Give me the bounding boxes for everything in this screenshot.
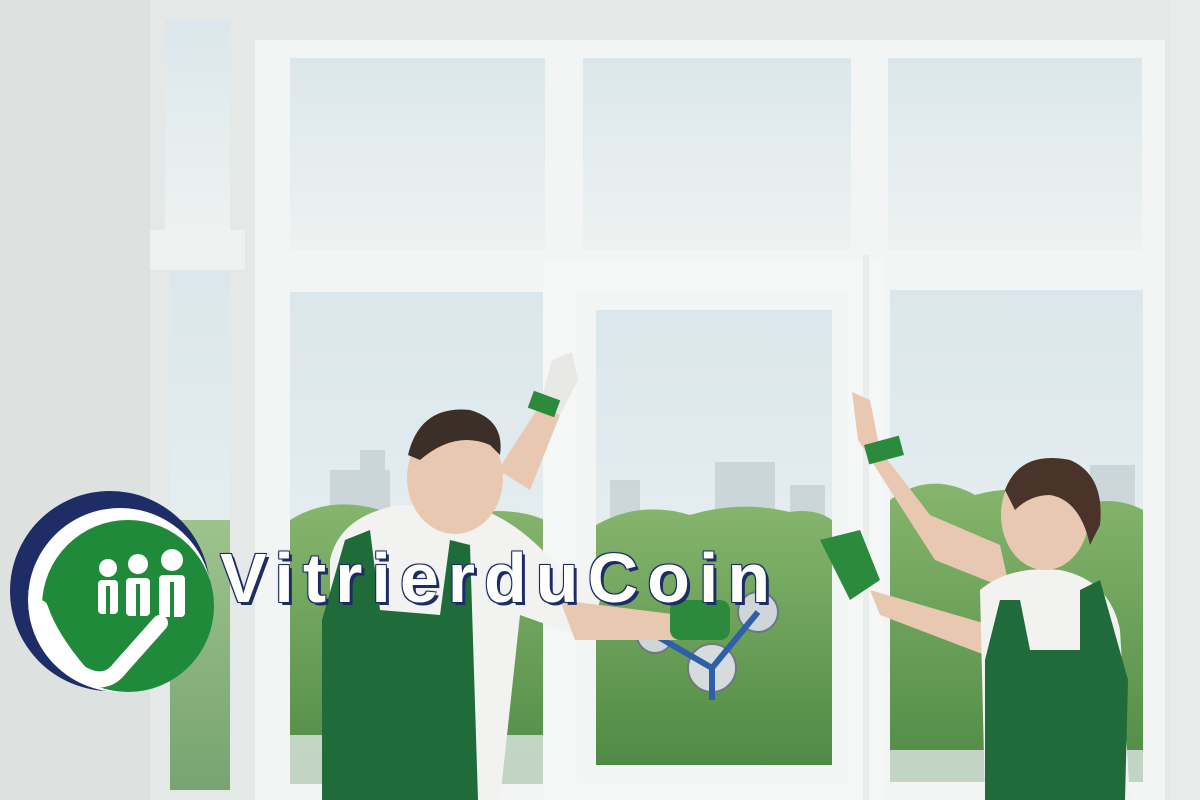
check-mark-with-three-workers-icon <box>10 491 214 692</box>
brand-logo: VitrierduCoin <box>10 488 1010 698</box>
hero-photo: VitrierduCoin <box>0 0 1200 800</box>
brand-name: VitrierduCoin <box>220 539 780 617</box>
